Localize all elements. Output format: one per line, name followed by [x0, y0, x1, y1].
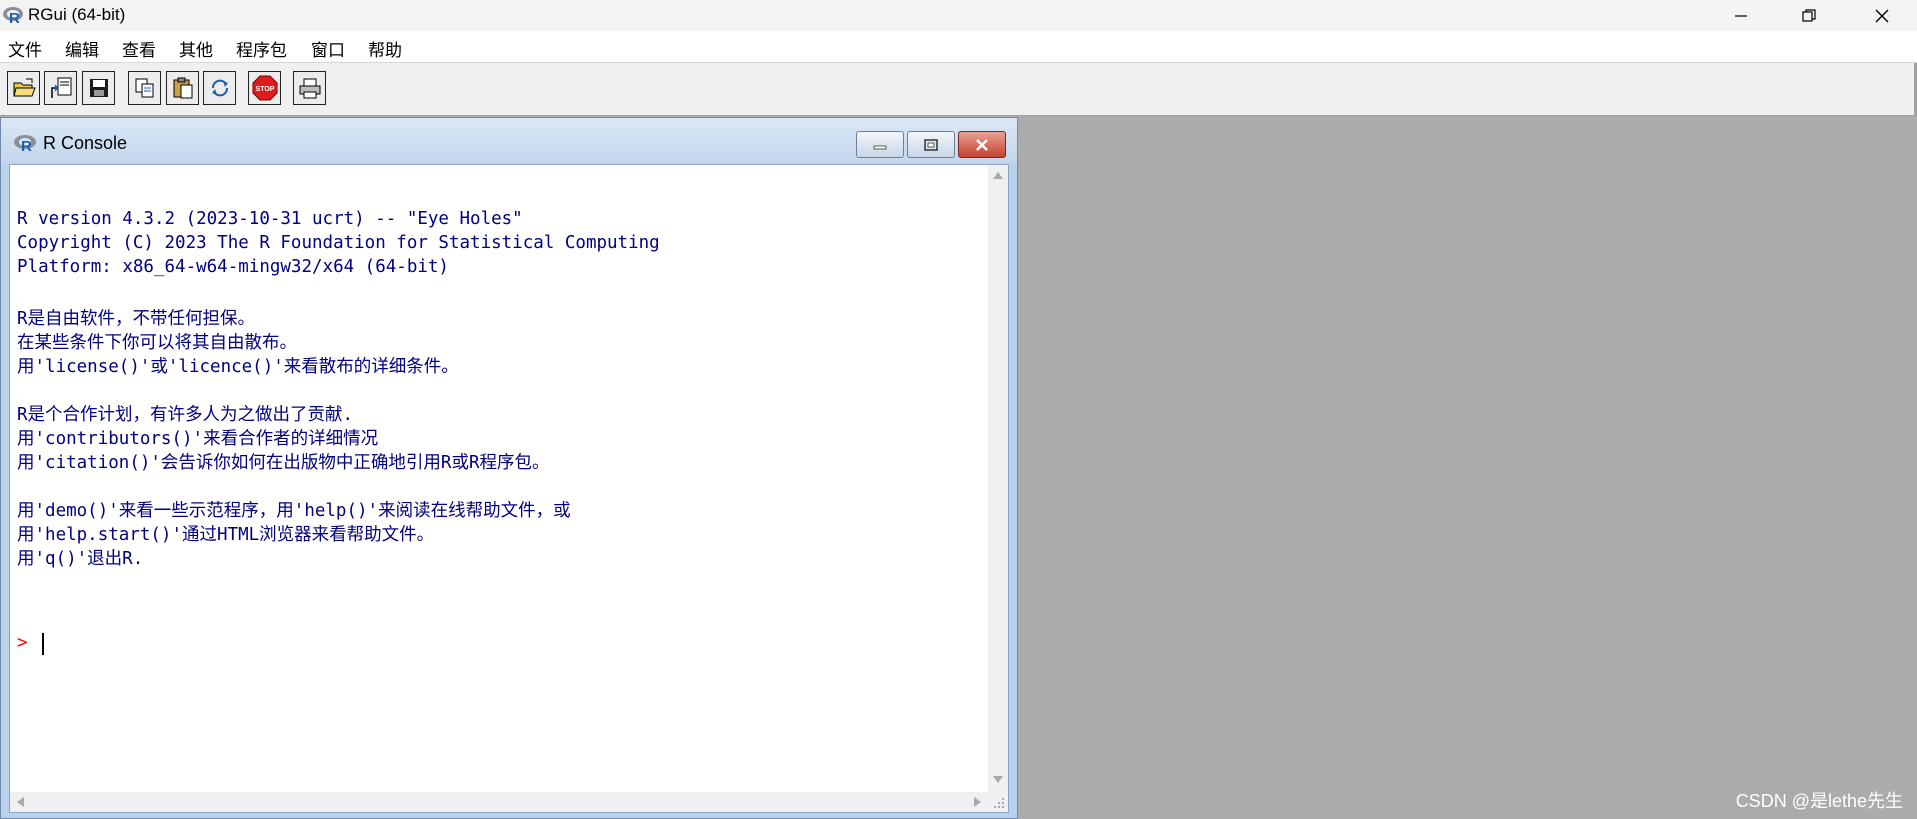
scroll-up-icon[interactable]: [992, 171, 1004, 181]
menu-help[interactable]: 帮助: [368, 36, 402, 61]
scroll-down-icon[interactable]: [992, 774, 1004, 784]
print-button[interactable]: [293, 71, 326, 105]
console-output[interactable]: R version 4.3.2 (2023-10-31 ucrt) -- "Ey…: [10, 165, 988, 792]
console-line: R是自由软件，不带任何担保。: [17, 309, 256, 329]
stop-icon: STOP: [252, 75, 277, 101]
console-minimize-button[interactable]: [856, 131, 904, 158]
svg-text:STOP: STOP: [255, 86, 274, 93]
text-caret: [42, 633, 44, 655]
resize-grip-icon: [994, 798, 1004, 808]
watermark: CSDN @是lethe先生: [1735, 791, 1903, 811]
minimize-icon: [873, 145, 887, 149]
restore-button[interactable]: [1775, 0, 1843, 31]
console-title: R Console: [43, 133, 128, 153]
console-maximize-button[interactable]: [907, 131, 955, 158]
toolbar: STOP: [0, 62, 1917, 116]
minimize-button[interactable]: [1707, 0, 1775, 31]
refresh-icon: [211, 79, 228, 97]
menu-view[interactable]: 查看: [122, 36, 156, 61]
load-workspace-icon: [50, 77, 71, 98]
stop-button[interactable]: STOP: [248, 71, 281, 105]
print-icon: [299, 78, 320, 99]
console-close-button[interactable]: [958, 131, 1006, 158]
copy-icon: [135, 78, 153, 98]
restore-icon: [1802, 8, 1816, 22]
console-line: Platform: x86_64-w64-mingw32/x64 (64-bit…: [17, 257, 449, 277]
console-line: 用'license()'或'licence()'来看散布的详细条件。: [17, 357, 459, 377]
console-line: R version 4.3.2 (2023-10-31 ucrt) -- "Ey…: [17, 209, 523, 229]
menu-edit[interactable]: 编辑: [65, 36, 99, 61]
menubar: 文件 编辑 查看 其他 程序包 窗口 帮助: [0, 31, 1917, 62]
paste-icon: [173, 77, 192, 99]
console-line: Copyright (C) 2023 The R Foundation for …: [17, 233, 660, 253]
copy-button[interactable]: [128, 71, 161, 105]
load-workspace-button[interactable]: [44, 71, 77, 105]
menu-misc[interactable]: 其他: [179, 36, 213, 61]
console-line: 用'q()'退出R.: [17, 549, 144, 569]
close-icon: [1875, 9, 1889, 22]
console-titlebar[interactable]: R R Console: [1, 118, 1017, 163]
save-button[interactable]: [82, 71, 115, 105]
console-prompt: >: [17, 633, 28, 653]
menu-windows[interactable]: 窗口: [311, 36, 345, 61]
console-line: 用'citation()'会告诉你如何在出版物中正确地引用R或R程序包。: [17, 453, 550, 473]
scroll-left-icon[interactable]: [16, 796, 26, 808]
menu-packages[interactable]: 程序包: [236, 36, 287, 61]
r-logo-icon: R: [14, 135, 36, 153]
size-grip[interactable]: [988, 792, 1008, 812]
open-script-icon: [12, 78, 36, 97]
r-console-window: R R Console R version 4.3.2 (2023-10-31 …: [0, 117, 1018, 819]
vertical-scrollbar[interactable]: [988, 165, 1008, 792]
refresh-button[interactable]: [203, 71, 236, 105]
app-title: RGui (64-bit): [28, 5, 126, 24]
maximize-icon: [924, 138, 938, 151]
app-titlebar: R RGui (64-bit): [0, 0, 1917, 31]
console-line: 用'contributors()'来看合作者的详细情况: [17, 429, 379, 449]
open-script-button[interactable]: [7, 71, 40, 105]
console-line: R是个合作计划，有许多人为之做出了贡献.: [17, 405, 354, 425]
horizontal-scrollbar[interactable]: [10, 792, 988, 812]
menu-file[interactable]: 文件: [8, 36, 42, 61]
paste-button[interactable]: [166, 71, 199, 105]
console-line: 用'demo()'来看一些示范程序，用'help()'来阅读在线帮助文件，或: [17, 501, 571, 521]
r-logo-icon: R: [3, 7, 23, 25]
console-line: 用'help.start()'通过HTML浏览器来看帮助文件。: [17, 525, 435, 545]
minimize-icon: [1735, 14, 1747, 17]
save-icon: [89, 79, 108, 97]
svg-text:R: R: [21, 138, 32, 153]
console-client: R version 4.3.2 (2023-10-31 ucrt) -- "Ey…: [9, 164, 1009, 813]
close-icon: [976, 138, 988, 151]
console-line: 在某些条件下你可以将其自由散布。: [17, 333, 297, 353]
scroll-right-icon[interactable]: [972, 796, 982, 808]
svg-text:R: R: [9, 10, 20, 25]
close-button[interactable]: [1848, 0, 1916, 31]
